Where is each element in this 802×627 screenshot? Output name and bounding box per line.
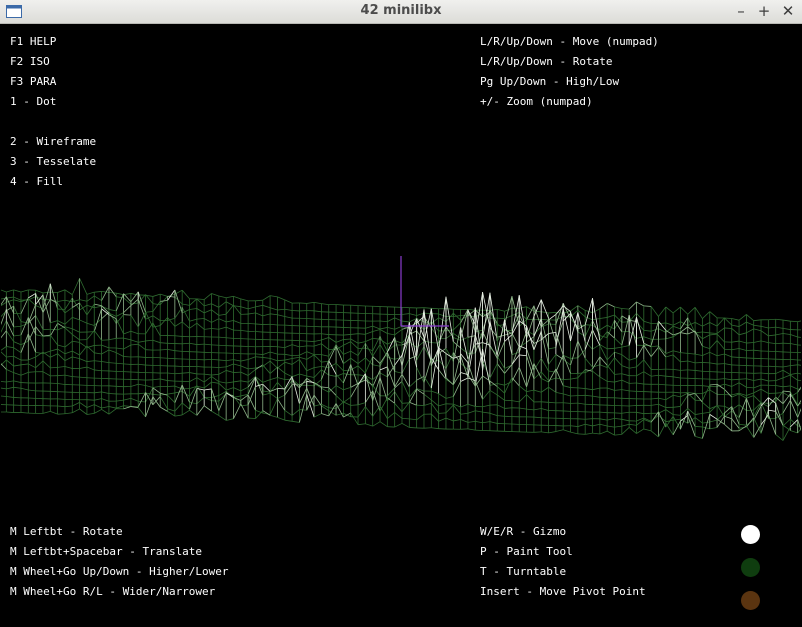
help-line-mouse-higher: M Wheel+Go Up/Down - Higher/Lower bbox=[10, 565, 229, 578]
color-swatch-brown[interactable] bbox=[741, 591, 760, 610]
help-line-tesselate: 3 - Tesselate bbox=[10, 155, 97, 168]
help-line-gizmo: W/E/R - Gizmo bbox=[480, 525, 567, 538]
render-canvas[interactable]: F1 HELP F2 ISO F3 PARA 1 - Dot 2 - Wiref… bbox=[1, 24, 801, 626]
help-line-fill: 4 - Fill bbox=[10, 175, 63, 188]
help-line-f2: F2 ISO bbox=[10, 55, 50, 68]
maximize-icon[interactable]: + bbox=[755, 2, 773, 20]
color-swatch-white[interactable] bbox=[741, 525, 760, 544]
help-line-zoom: +/- Zoom (numpad) bbox=[480, 95, 593, 108]
help-line-f1: F1 HELP bbox=[10, 35, 57, 48]
minimize-icon[interactable]: – bbox=[732, 2, 750, 20]
help-line-wireframe: 2 - Wireframe bbox=[10, 135, 97, 148]
help-line-rotate: L/R/Up/Down - Rotate bbox=[480, 55, 613, 68]
help-line-turntable: T - Turntable bbox=[480, 565, 567, 578]
help-line-mouse-rotate: M Leftbt - Rotate bbox=[10, 525, 123, 538]
help-line-dot: 1 - Dot bbox=[10, 95, 57, 108]
window-title: 42 minilibx bbox=[360, 3, 442, 18]
help-line-pivot: Insert - Move Pivot Point bbox=[480, 585, 646, 598]
close-icon[interactable]: ✕ bbox=[779, 2, 797, 20]
help-line-paint-tool: P - Paint Tool bbox=[480, 545, 573, 558]
help-line-f3: F3 PARA bbox=[10, 75, 57, 88]
help-line-mouse-wider: M Wheel+Go R/L - Wider/Narrower bbox=[10, 585, 216, 598]
minilibx-window: 42 minilibx – + ✕ F1 HELP F2 ISO F3 PARA… bbox=[0, 0, 802, 627]
help-line-mouse-translate: M Leftbt+Spacebar - Translate bbox=[10, 545, 203, 558]
title-bar[interactable]: 42 minilibx – + ✕ bbox=[0, 0, 802, 24]
help-line-high-low: Pg Up/Down - High/Low bbox=[480, 75, 620, 88]
color-swatch-green[interactable] bbox=[741, 558, 760, 577]
help-line-move: L/R/Up/Down - Move (numpad) bbox=[480, 35, 659, 48]
